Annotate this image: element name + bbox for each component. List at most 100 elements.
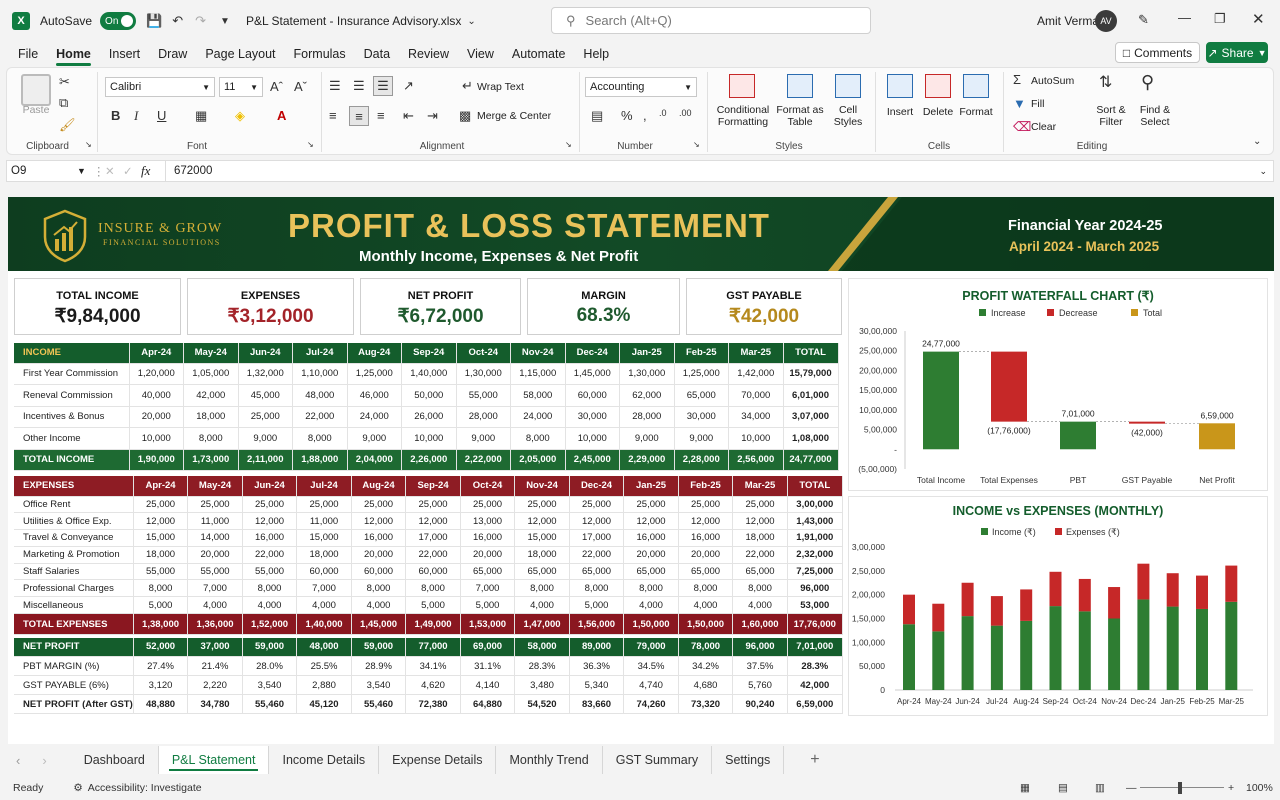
value-cell[interactable]: 70,000 bbox=[728, 384, 784, 407]
scroll-right-icon[interactable]: › bbox=[42, 753, 46, 768]
row-label-cell[interactable]: NET PROFIT (After GST) bbox=[14, 694, 134, 715]
total-cell[interactable]: 3,07,000 bbox=[783, 406, 839, 428]
value-cell[interactable]: Apr-24 bbox=[129, 343, 184, 364]
value-cell[interactable]: 16,000 bbox=[678, 529, 734, 547]
redo-icon[interactable]: ↷ bbox=[195, 13, 206, 29]
merge-center-button[interactable]: Merge & Center bbox=[477, 110, 551, 122]
clear-icon[interactable]: ⌫ bbox=[1013, 119, 1031, 135]
value-cell[interactable]: 1,90,000 bbox=[129, 449, 184, 471]
paste-button[interactable]: Paste bbox=[21, 104, 51, 116]
value-cell[interactable]: 25,000 bbox=[351, 496, 407, 514]
value-cell[interactable]: 20,000 bbox=[187, 546, 243, 564]
value-cell[interactable]: 4,680 bbox=[678, 675, 734, 696]
value-cell[interactable]: 26,000 bbox=[401, 406, 457, 428]
value-cell[interactable]: 1,73,000 bbox=[183, 449, 239, 471]
increase-decimal-icon[interactable]: .0 bbox=[659, 108, 667, 118]
value-cell[interactable]: 1,25,000 bbox=[347, 363, 402, 385]
value-cell[interactable]: 14,000 bbox=[187, 529, 243, 547]
value-cell[interactable]: 1,32,000 bbox=[238, 363, 293, 385]
total-cell[interactable]: 53,000 bbox=[787, 596, 843, 615]
value-cell[interactable]: 20,000 bbox=[129, 406, 184, 428]
merge-center-icon[interactable]: ▩ bbox=[459, 108, 471, 124]
row-label-cell[interactable]: Professional Charges bbox=[14, 579, 134, 598]
sort-filter-icon[interactable]: ⇅ bbox=[1099, 72, 1112, 92]
tab-settings[interactable]: Settings bbox=[712, 746, 785, 774]
clipboard-launcher-icon[interactable]: ↘ bbox=[85, 140, 92, 149]
value-cell[interactable]: 2,45,000 bbox=[565, 449, 620, 471]
insert-function-icon[interactable]: fx bbox=[141, 163, 165, 179]
value-cell[interactable]: 55,460 bbox=[242, 694, 298, 715]
value-cell[interactable]: 34.1% bbox=[405, 656, 461, 677]
total-cell[interactable]: 6,01,000 bbox=[783, 384, 839, 407]
value-cell[interactable]: Jan-25 bbox=[623, 476, 679, 497]
value-cell[interactable]: 4,740 bbox=[623, 675, 679, 696]
value-cell[interactable]: 16,000 bbox=[623, 529, 679, 547]
page-break-view-icon[interactable]: ▥ bbox=[1095, 782, 1105, 794]
value-cell[interactable]: 1,60,000 bbox=[732, 613, 788, 636]
value-cell[interactable]: 25,000 bbox=[623, 496, 679, 514]
borders-icon[interactable]: ▦ bbox=[195, 108, 207, 124]
value-cell[interactable]: 5,000 bbox=[569, 596, 625, 615]
value-cell[interactable]: 27.4% bbox=[133, 656, 189, 677]
value-cell[interactable]: 1,40,000 bbox=[401, 363, 457, 385]
value-cell[interactable]: 5,340 bbox=[569, 675, 625, 696]
value-cell[interactable]: 4,000 bbox=[678, 596, 734, 615]
value-cell[interactable]: 60,000 bbox=[351, 563, 407, 581]
value-cell[interactable]: 1,36,000 bbox=[187, 613, 243, 636]
value-cell[interactable]: 4,000 bbox=[242, 596, 298, 615]
value-cell[interactable]: 77,000 bbox=[405, 637, 461, 658]
value-cell[interactable]: 3,480 bbox=[514, 675, 570, 696]
autosum-button[interactable]: AutoSum bbox=[1031, 75, 1074, 87]
increase-indent-icon[interactable]: ⇥ bbox=[427, 108, 438, 124]
menu-review[interactable]: Review bbox=[399, 42, 458, 66]
format-cells-button[interactable]: Format bbox=[957, 106, 995, 118]
value-cell[interactable]: Sep-24 bbox=[405, 476, 461, 497]
value-cell[interactable]: 42,000 bbox=[183, 384, 239, 407]
value-cell[interactable]: Dec-24 bbox=[565, 343, 620, 364]
value-cell[interactable]: 4,000 bbox=[351, 596, 407, 615]
format-as-table-icon[interactable] bbox=[787, 74, 813, 98]
value-cell[interactable]: 2,28,000 bbox=[674, 449, 729, 471]
value-cell[interactable]: 2,22,000 bbox=[456, 449, 511, 471]
value-cell[interactable]: 1,49,000 bbox=[405, 613, 461, 636]
value-cell[interactable]: 2,880 bbox=[296, 675, 352, 696]
insert-cells-button[interactable]: Insert bbox=[883, 106, 917, 118]
decrease-font-icon[interactable]: Aˇ bbox=[294, 79, 307, 94]
value-cell[interactable]: 12,000 bbox=[569, 512, 625, 531]
cell-styles-button[interactable]: Cell Styles bbox=[829, 104, 867, 128]
value-cell[interactable]: 2,04,000 bbox=[347, 449, 402, 471]
paste-icon[interactable] bbox=[21, 74, 51, 106]
total-cell[interactable]: 3,00,000 bbox=[787, 496, 843, 514]
value-cell[interactable]: 18,000 bbox=[514, 546, 570, 564]
page-layout-view-icon[interactable]: ▤ bbox=[1058, 782, 1068, 794]
value-cell[interactable]: 20,000 bbox=[351, 546, 407, 564]
total-cell[interactable]: TOTAL bbox=[783, 343, 839, 364]
value-cell[interactable]: Jun-24 bbox=[242, 476, 298, 497]
value-cell[interactable]: 20,000 bbox=[623, 546, 679, 564]
value-cell[interactable]: 2,05,000 bbox=[510, 449, 566, 471]
tab-pl-statement[interactable]: P&L Statement bbox=[158, 746, 270, 774]
enter-icon[interactable]: ✓ bbox=[123, 164, 141, 178]
orientation-icon[interactable]: ↗ bbox=[403, 78, 414, 94]
value-cell[interactable]: 16,000 bbox=[242, 529, 298, 547]
value-cell[interactable]: 4,000 bbox=[623, 596, 679, 615]
cut-icon[interactable]: ✂ bbox=[59, 74, 70, 90]
row-label-cell[interactable]: PBT MARGIN (%) bbox=[14, 656, 134, 677]
value-cell[interactable]: Jul-24 bbox=[296, 476, 352, 497]
value-cell[interactable]: 1,45,000 bbox=[565, 363, 620, 385]
total-cell[interactable]: 15,79,000 bbox=[783, 363, 839, 385]
value-cell[interactable]: 8,000 bbox=[510, 427, 566, 450]
value-cell[interactable]: 25,000 bbox=[133, 496, 189, 514]
wrap-text-button[interactable]: Wrap Text bbox=[477, 81, 524, 93]
value-cell[interactable]: 2,220 bbox=[187, 675, 243, 696]
value-cell[interactable]: Oct-24 bbox=[460, 476, 516, 497]
value-cell[interactable]: 64,880 bbox=[460, 694, 516, 715]
conditional-formatting-button[interactable]: Conditional Formatting bbox=[713, 104, 773, 128]
find-select-button[interactable]: Find & Select bbox=[1135, 104, 1175, 128]
clear-button[interactable]: Clear bbox=[1031, 121, 1056, 133]
row-label-cell[interactable]: Other Income bbox=[14, 427, 130, 450]
value-cell[interactable]: 37,000 bbox=[187, 637, 243, 658]
close-icon[interactable]: ✕ bbox=[1252, 10, 1265, 28]
value-cell[interactable]: 18,000 bbox=[732, 529, 788, 547]
value-cell[interactable]: 1,45,000 bbox=[351, 613, 407, 636]
